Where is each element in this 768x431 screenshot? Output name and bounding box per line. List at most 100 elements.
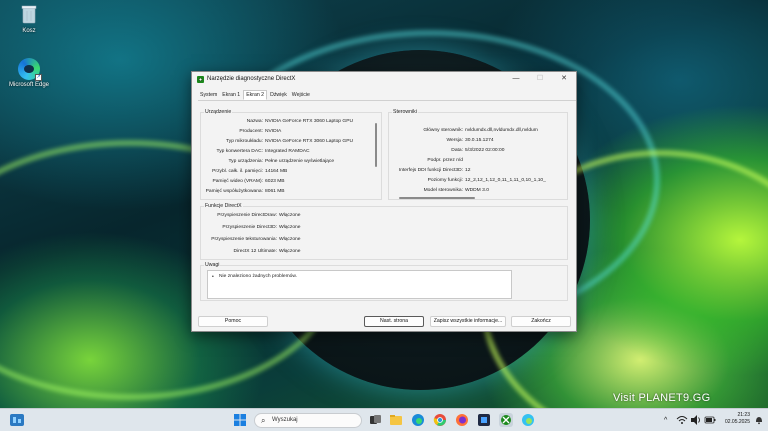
tab-system[interactable]: System bbox=[198, 91, 219, 100]
feature-value: Włączone bbox=[279, 237, 301, 242]
tray-chevron-icon[interactable]: ^ bbox=[664, 417, 667, 424]
driver-row-signed: Podpr. przez n/d bbox=[391, 156, 561, 166]
maximize-button[interactable]: ☐ bbox=[528, 72, 552, 86]
device-value: Integrated RAMDAC bbox=[265, 149, 310, 154]
driver-label: Poziomy funkcji: bbox=[427, 178, 463, 183]
device-row-shared-memory: Pamięć współużytkowana: 8061 MB bbox=[203, 187, 370, 197]
device-value: 6023 MB bbox=[265, 179, 285, 184]
driver-row-model: Model sterownika: WDDM 3.0 bbox=[391, 186, 561, 196]
driver-value: WDDM 3.0 bbox=[465, 188, 489, 193]
tab-display-1[interactable]: Ekran 1 bbox=[220, 91, 242, 100]
exit-button[interactable]: Zakończ bbox=[511, 316, 571, 327]
device-label: Typ konwertera DAC: bbox=[216, 149, 263, 154]
drivers-group: Sterowniki Główny sterownik: nvldumdx.dl… bbox=[388, 109, 568, 200]
feature-label: Przyspieszenie teksturowania: bbox=[211, 237, 277, 242]
desktop-icon-recycle-bin[interactable]: Kosz bbox=[1, 4, 57, 34]
tab-input[interactable]: Wejście bbox=[290, 91, 312, 100]
device-value: 14164 MB bbox=[265, 169, 288, 174]
feature-label: Przyspieszenie DirectDraw: bbox=[217, 213, 277, 218]
task-view-icon[interactable] bbox=[368, 413, 382, 427]
edge-icon[interactable] bbox=[411, 413, 425, 427]
device-value: Pełne urządzenie wyświetlające bbox=[265, 159, 335, 164]
device-label: Pamięć współużytkowana: bbox=[205, 189, 263, 194]
dxdiag-window: Narzędzie diagnostyczne DirectX — ☐ ✕ Sy… bbox=[191, 71, 577, 332]
notes-textbox[interactable]: • Nie znaleziono żadnych problemów. bbox=[207, 270, 512, 299]
driver-value: 12_2,12_1,12_0,11_1,11_0,10_1,10_ bbox=[465, 178, 546, 183]
driver-value: nvldumdx.dll,nvldumdx.dll,nvldum bbox=[465, 128, 538, 133]
device-row-dac-type: Typ konwertera DAC: Integrated RAMDAC bbox=[203, 147, 370, 157]
chrome-icon[interactable] bbox=[433, 413, 447, 427]
directx-features-title: Funkcje DirectX bbox=[204, 203, 243, 209]
notes-group: Uwagi • Nie znaleziono żadnych problemów… bbox=[200, 262, 568, 301]
device-value: NVIDIA GeForce RTX 3060 Laptop GPU bbox=[265, 139, 353, 144]
driver-row-date: Data: 5/3/2022 02:00:00 bbox=[391, 146, 561, 156]
device-group-title: Urządzenie bbox=[204, 109, 233, 115]
recycle-bin-icon bbox=[21, 5, 37, 24]
driver-label: Wersja: bbox=[446, 138, 464, 143]
feature-value: Włączone bbox=[279, 249, 301, 254]
driver-value bbox=[465, 156, 561, 166]
feature-row-directdraw: Przyspieszenie DirectDraw: Włączone bbox=[203, 211, 339, 221]
edge-beta-icon[interactable] bbox=[521, 413, 535, 427]
driver-value: 12 bbox=[465, 168, 471, 173]
next-page-button[interactable]: Nast. strona bbox=[364, 316, 424, 327]
driver-row-ddi: Interfejs DDI funkcji Direct3D: 12 bbox=[391, 166, 561, 176]
drivers-scrollbar[interactable] bbox=[399, 197, 475, 199]
dxdiag-icon[interactable] bbox=[499, 413, 513, 427]
firefox-icon[interactable] bbox=[455, 413, 469, 427]
driver-value: 30.0.15.1274 bbox=[465, 138, 494, 143]
device-value: NVIDIA GeForce RTX 3060 Laptop GPU bbox=[265, 119, 353, 124]
driver-label: Główny sterownik: bbox=[423, 128, 463, 133]
volume-icon[interactable] bbox=[690, 414, 702, 426]
drivers-group-title: Sterowniki bbox=[392, 109, 418, 115]
edge-browser-icon: ↗ bbox=[18, 58, 42, 81]
tray-clock[interactable]: 21:23 02.05.2025 bbox=[716, 412, 750, 426]
windows-start-icon[interactable] bbox=[233, 413, 247, 427]
driver-label: Data: bbox=[451, 148, 463, 153]
device-label: Producent: bbox=[239, 129, 263, 134]
driver-label: Podpr. przez n/d bbox=[427, 158, 463, 163]
driver-row-feature-levels: Poziomy funkcji: 12_2,12_1,12_0,11_1,11_… bbox=[391, 176, 561, 186]
tray-time: 21:23 bbox=[737, 412, 750, 418]
store-icon[interactable] bbox=[477, 413, 491, 427]
tab-strip: System Ekran 1 Ekran 2 Dźwięk Wejście bbox=[198, 90, 576, 101]
directx-features-group: Funkcje DirectX Przyspieszenie DirectDra… bbox=[200, 203, 568, 260]
driver-row-main: Główny sterownik: nvldumdx.dll,nvldumdx.… bbox=[391, 126, 561, 136]
tray-date: 02.05.2025 bbox=[724, 419, 750, 425]
device-row-total-memory: Przybl. całk. il. pamięci: 14164 MB bbox=[203, 167, 370, 177]
tab-display-2[interactable]: Ekran 2 bbox=[243, 90, 268, 100]
minimize-button[interactable]: — bbox=[504, 72, 528, 86]
notification-bell-icon[interactable] bbox=[754, 415, 764, 425]
device-row-device-type: Typ urządzenia: Pełne urządzenie wyświet… bbox=[203, 157, 370, 167]
notes-bullet: • bbox=[212, 274, 214, 280]
desktop-icon-label: Microsoft Edge bbox=[8, 82, 50, 88]
shortcut-arrow-icon: ↗ bbox=[35, 74, 42, 81]
driver-row-version: Wersja: 30.0.15.1274 bbox=[391, 136, 561, 146]
battery-icon[interactable] bbox=[704, 414, 716, 426]
feature-row-direct3d: Przyspieszenie Direct3D: Włączone bbox=[203, 223, 339, 233]
device-row-manufacturer: Producent: NVIDIA bbox=[203, 127, 370, 137]
notes-group-title: Uwagi bbox=[204, 262, 221, 268]
device-row-name: Nazwa: NVIDIA GeForce RTX 3060 Laptop GP… bbox=[203, 117, 370, 127]
window-titlebar[interactable]: Narzędzie diagnostyczne DirectX — ☐ ✕ bbox=[192, 72, 576, 86]
taskbar-search[interactable]: ⌕ Wyszukaj bbox=[254, 413, 362, 428]
device-value: NVIDIA bbox=[265, 129, 282, 134]
feature-row-texturing: Przyspieszenie teksturowania: Włączone bbox=[203, 235, 339, 245]
feature-row-dx12-ultimate: DirectX 12 Ultimate: Włączone bbox=[203, 247, 339, 257]
help-button[interactable]: Pomoc bbox=[198, 316, 268, 327]
device-scrollbar[interactable] bbox=[375, 123, 377, 167]
save-all-button[interactable]: Zapisz wszystkie informacje... bbox=[430, 316, 506, 327]
tab-panel-display-2: Urządzenie Nazwa: NVIDIA GeForce RTX 306… bbox=[197, 103, 572, 301]
device-label: Typ urządzenia: bbox=[228, 159, 263, 164]
search-icon: ⌕ bbox=[261, 416, 266, 425]
desktop-icon-edge[interactable]: ↗ Microsoft Edge bbox=[1, 58, 57, 88]
device-group: Urządzenie Nazwa: NVIDIA GeForce RTX 306… bbox=[200, 109, 382, 200]
file-explorer-icon[interactable] bbox=[389, 413, 403, 427]
driver-value: 5/3/2022 02:00:00 bbox=[465, 148, 505, 153]
device-row-chip-type: Typ mikroukładu: NVIDIA GeForce RTX 3060… bbox=[203, 137, 370, 147]
close-button[interactable]: ✕ bbox=[552, 72, 576, 86]
device-row-vram: Pamięć wideo (VRAM): 6023 MB bbox=[203, 177, 370, 187]
widgets-icon[interactable] bbox=[10, 414, 24, 426]
wifi-icon[interactable] bbox=[676, 414, 688, 426]
tab-sound[interactable]: Dźwięk bbox=[268, 91, 289, 100]
